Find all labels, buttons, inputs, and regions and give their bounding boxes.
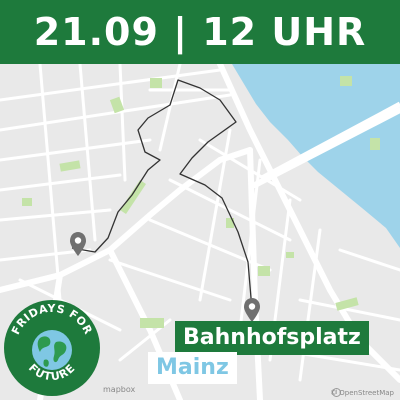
destination-label: Bahnhofsplatz <box>175 321 369 355</box>
fridays-for-future-logo: FRIDAYS FOR FUTURE <box>2 298 102 398</box>
city-label: Mainz <box>148 352 237 384</box>
mapbox-logo[interactable]: mapbox <box>103 385 135 394</box>
header-banner: 21.09 | 12 UHR <box>0 0 400 64</box>
event-date-time: 21.09 | 12 UHR <box>33 10 367 54</box>
map-attribution[interactable]: © OpenStreetMap <box>330 389 394 397</box>
earth-globe-icon <box>32 330 72 370</box>
poster: 21.09 | 12 UHR Bahnhofsplatz Mainz FRIDA… <box>0 0 400 400</box>
